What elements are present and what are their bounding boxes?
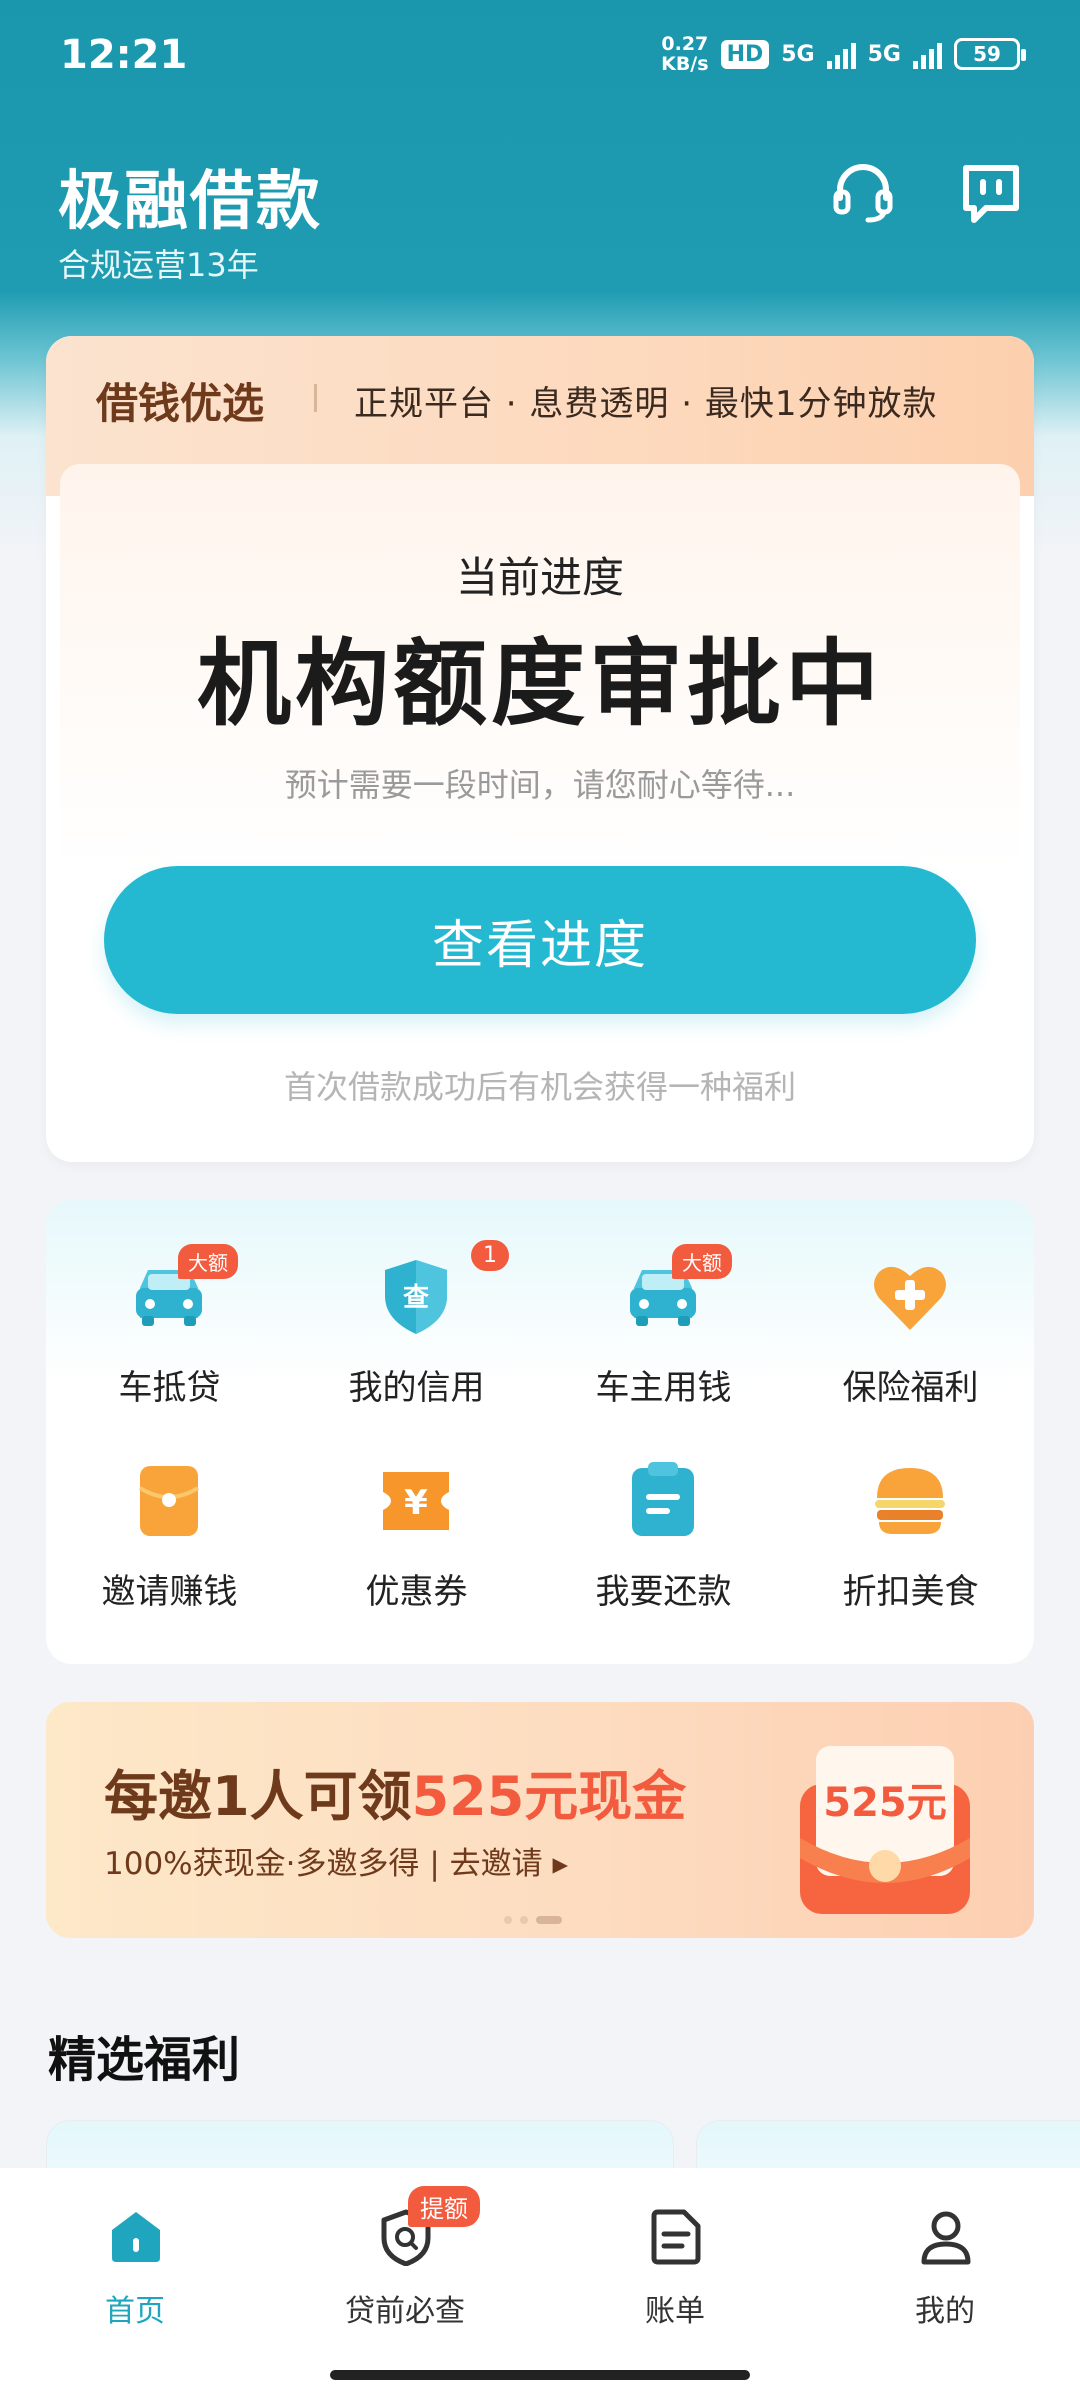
service-label: 我的信用 — [348, 1368, 485, 1408]
message-icon[interactable] — [956, 158, 1026, 228]
section-title: 精选福利 — [48, 2032, 241, 2088]
envelope-icon — [138, 1466, 200, 1536]
battery-icon: 59 — [954, 38, 1026, 70]
tab-pre-loan-check[interactable]: 贷前必查 — [270, 2208, 540, 2338]
tab-mine[interactable]: 我的 — [810, 2208, 1080, 2338]
service-car-owner-cash[interactable]: 大额 车主用钱 — [540, 1224, 787, 1424]
progress-hint: 预计需要一段时间，请您耐心等待... — [284, 766, 796, 804]
loan-progress-card: 借钱优选 正规平台 · 息费透明 · 最快1分钟放款 当前进度 机构额度审批中 … — [46, 336, 1034, 1162]
service-discount-food[interactable]: 折扣美食 — [787, 1428, 1034, 1628]
service-insurance[interactable]: 保险福利 — [787, 1224, 1034, 1424]
bill-icon — [651, 2209, 701, 2265]
service-car-loan[interactable]: 大额 车抵贷 — [46, 1224, 293, 1424]
app-subtitle: 合规运营13年 — [58, 246, 259, 284]
app-title: 极融借款 — [58, 165, 322, 239]
red-envelope-icon: 525元 — [800, 1746, 970, 1914]
home-icon — [112, 2212, 160, 2262]
svg-text:查: 查 — [403, 1283, 429, 1313]
tab-label: 我的 — [915, 2294, 975, 2329]
clipboard-icon — [632, 1462, 694, 1536]
burger-icon — [875, 1468, 945, 1534]
signal-icon-2 — [913, 39, 942, 69]
tab-label: 贷前必查 — [345, 2294, 465, 2329]
headset-icon[interactable] — [828, 158, 898, 228]
signal-icon — [826, 39, 856, 69]
promo-features: 正规平台 · 息费透明 · 最快1分钟放款 — [354, 384, 938, 424]
benefit-hint: 首次借款成功后有机会获得一种福利 — [283, 1068, 796, 1106]
service-badge: 大额 — [672, 1244, 732, 1279]
promo-divider — [314, 384, 317, 412]
network-label-1: 5G — [781, 41, 815, 67]
invite-banner[interactable]: 每邀1人可领525元现金 100%获现金·多邀多得 | 去邀请 ▸ 525元 — [46, 1702, 1034, 1938]
user-icon — [921, 2211, 971, 2265]
service-badge: 1 — [471, 1240, 509, 1271]
services-grid: 大额 车抵贷 查 1 我的信用 大额 车主用钱 保险福利 邀请赚钱 ¥ 优惠券 … — [46, 1200, 1034, 1664]
service-label: 保险福利 — [842, 1368, 979, 1408]
home-indicator[interactable] — [330, 2370, 750, 2380]
network-label-2: 5G — [867, 41, 901, 67]
bottom-tab-bar: 首页 贷前必查 提额 账单 我的 — [0, 2168, 1080, 2400]
banner-title-highlight: 525元现金 — [411, 1765, 687, 1828]
progress-label: 当前进度 — [455, 553, 624, 602]
tab-label: 首页 — [105, 2294, 165, 2329]
network-speed-value: 0.27 — [661, 33, 709, 55]
coupon-icon: ¥ — [383, 1472, 449, 1530]
svg-text:¥: ¥ — [404, 1483, 428, 1523]
service-badge: 大额 — [178, 1244, 238, 1279]
credit-shield-icon: 查 — [385, 1260, 447, 1334]
service-label: 车主用钱 — [595, 1368, 732, 1408]
service-label: 我要还款 — [595, 1572, 732, 1612]
status-time: 12:21 — [60, 32, 188, 78]
carousel-indicator — [504, 1916, 562, 1924]
heart-plus-icon — [874, 1266, 946, 1330]
promo-brand: 借钱优选 — [96, 379, 265, 428]
service-coupons[interactable]: ¥ 优惠券 — [293, 1428, 540, 1628]
service-my-credit[interactable]: 查 1 我的信用 — [293, 1224, 540, 1424]
service-invite-earn[interactable]: 邀请赚钱 — [46, 1428, 293, 1628]
progress-status: 机构额度审批中 — [196, 630, 883, 739]
service-repay[interactable]: 我要还款 — [540, 1428, 787, 1628]
network-speed: 0.27 KB/s — [661, 34, 708, 74]
banner-title-prefix: 每邀1人可领 — [104, 1765, 412, 1828]
status-indicators: 0.27 KB/s HD 5G 5G 59 — [661, 34, 1026, 74]
tab-bills[interactable]: 账单 — [540, 2208, 810, 2338]
banner-title: 每邀1人可领525元现金 — [104, 1752, 686, 1831]
tab-badge: 提额 — [408, 2186, 480, 2227]
check-progress-button[interactable]: 查看进度 — [104, 866, 976, 1014]
service-label: 车抵贷 — [118, 1368, 221, 1408]
service-label: 邀请赚钱 — [101, 1572, 238, 1612]
service-label: 优惠券 — [365, 1572, 468, 1612]
status-bar: 12:21 0.27 KB/s HD 5G 5G 59 — [0, 0, 1080, 115]
tab-home[interactable]: 首页 — [0, 2208, 270, 2338]
banner-subtitle[interactable]: 100%获现金·多邀多得 | 去邀请 ▸ — [104, 1838, 568, 1883]
hd-voice-icon: HD — [720, 39, 770, 69]
tab-label: 账单 — [645, 2294, 705, 2329]
service-label: 折扣美食 — [842, 1572, 979, 1612]
network-speed-unit: KB/s — [661, 53, 709, 75]
envelope-amount: 525元 — [823, 1780, 947, 1826]
